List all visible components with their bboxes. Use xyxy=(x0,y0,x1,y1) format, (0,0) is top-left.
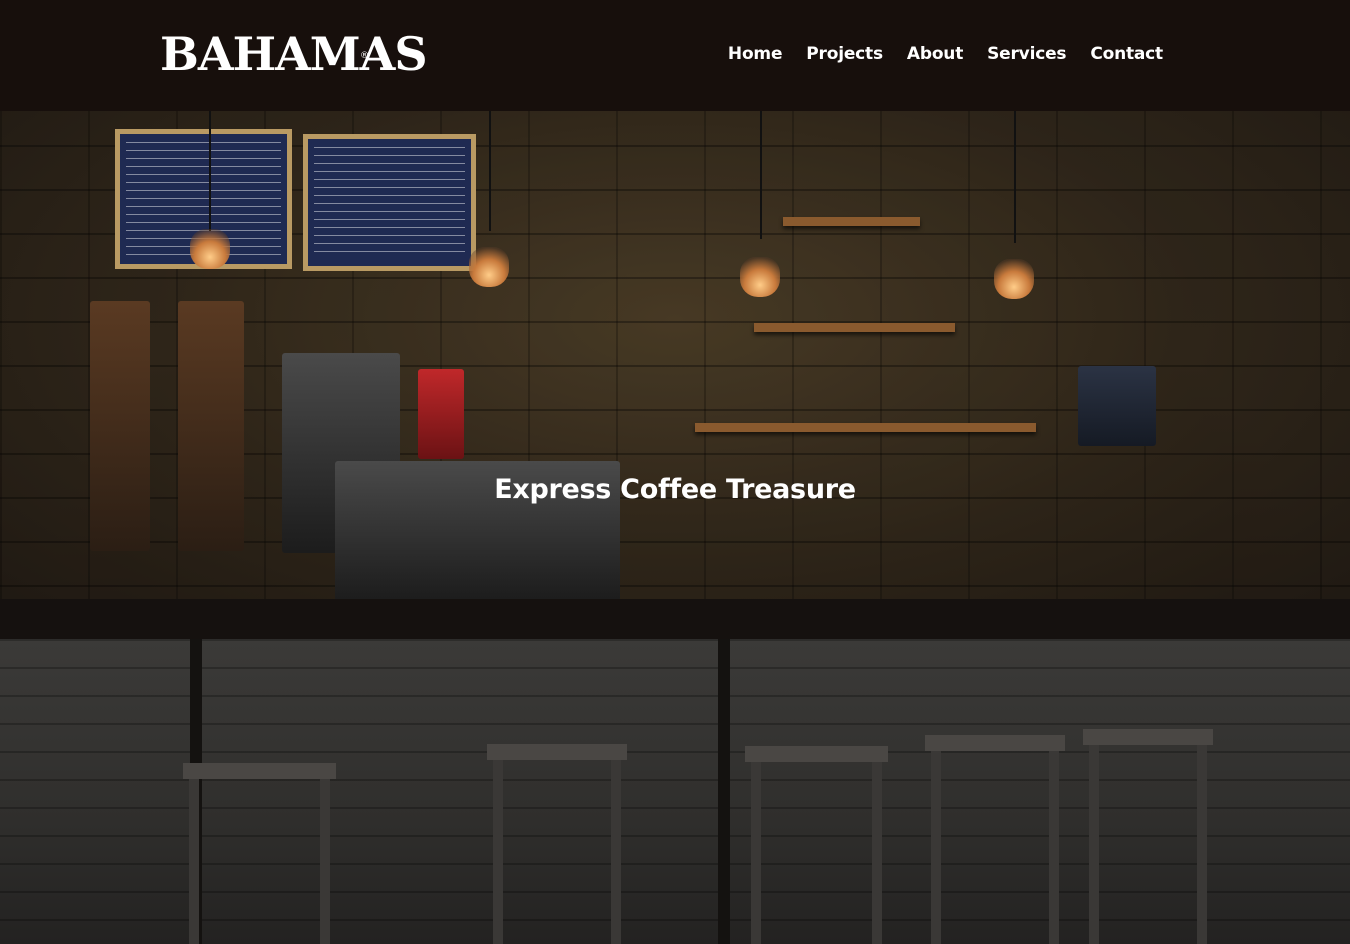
pendant-lamp xyxy=(469,247,509,287)
main-nav: Home Projects About Services Contact xyxy=(728,43,1163,65)
lamp-wire xyxy=(489,111,491,231)
cold-brew-tower xyxy=(178,301,244,551)
hero-title: Express Coffee Treasure xyxy=(494,474,856,505)
bar-stool xyxy=(487,744,627,944)
bar-stool xyxy=(183,763,336,944)
grinder xyxy=(418,369,464,459)
bar-stool xyxy=(925,735,1065,944)
wall-shelf xyxy=(695,423,1036,432)
paper-towel-dispenser xyxy=(1078,366,1156,446)
bar-stool xyxy=(745,746,888,944)
nav-home[interactable]: Home xyxy=(728,43,783,65)
wall-shelf xyxy=(783,217,920,226)
pendant-lamp xyxy=(994,259,1034,299)
pendant-lamp xyxy=(190,229,230,269)
nav-about[interactable]: About xyxy=(907,43,963,65)
nav-contact[interactable]: Contact xyxy=(1090,43,1163,65)
wall-shelf xyxy=(754,323,955,332)
lamp-wire xyxy=(1014,111,1016,243)
counter-leg xyxy=(718,639,730,944)
bar-counter-top xyxy=(0,599,1350,639)
hero-section: Express Coffee Treasure xyxy=(0,111,1350,944)
lamp-wire xyxy=(760,111,762,239)
menu-board-right xyxy=(303,134,476,271)
cold-brew-tower xyxy=(90,301,150,551)
logo-registered-mark: ® xyxy=(360,51,369,61)
bar-stool xyxy=(1083,729,1213,944)
pendant-lamp xyxy=(740,257,780,297)
lamp-wire xyxy=(209,111,211,231)
site-header: BAHAMAS ® Home Projects About Services C… xyxy=(0,0,1350,111)
nav-services[interactable]: Services xyxy=(987,43,1066,65)
nav-projects[interactable]: Projects xyxy=(806,43,883,65)
site-logo[interactable]: BAHAMAS ® xyxy=(160,27,428,81)
logo-text: BAHAMAS xyxy=(160,27,428,81)
